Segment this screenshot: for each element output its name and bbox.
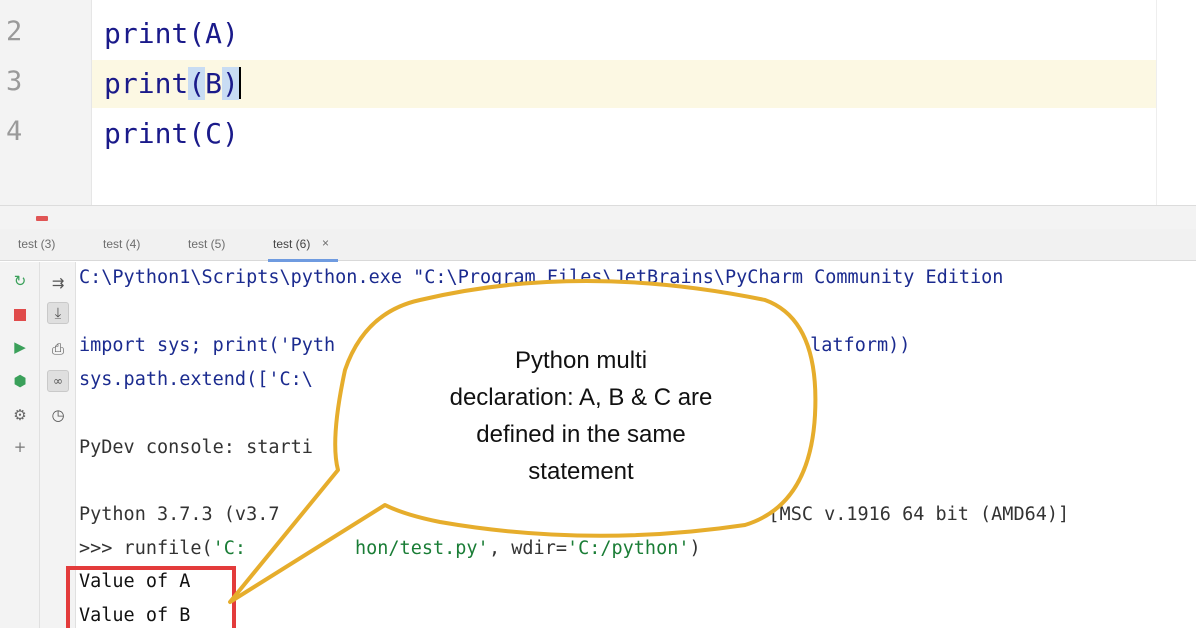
line-number-3: 3 <box>6 66 23 97</box>
console-text: platform)) <box>799 335 911 356</box>
tab-test-3[interactable]: test (3) <box>18 237 55 251</box>
output-highlight-box <box>66 566 236 628</box>
code-token: print <box>104 67 189 100</box>
console-string: 'C: <box>212 538 247 559</box>
run-icon[interactable]: ▶ <box>9 336 31 358</box>
callout-text: Python multi declaration: A, B & C are d… <box>412 342 750 490</box>
console-text: ) <box>689 538 701 559</box>
console-line-syspath: sys.path.extend(['C:\ <box>79 369 313 390</box>
console-text: Python 3.7.3 (v3.7 <box>79 504 280 525</box>
line-number-2: 2 <box>6 16 23 47</box>
console-line-command: C:\Python1\Scripts\python.exe "C:\Progra… <box>79 267 1004 288</box>
callout-line: Python multi <box>514 347 648 374</box>
add-icon[interactable]: + <box>9 436 31 458</box>
console-text: 5) [MSC v.1916 64 bit (AMD64)] <box>735 504 1070 525</box>
console-text: , wdir='C:/python') <box>489 538 701 559</box>
stop-icon <box>14 309 26 321</box>
console-string: 'C:/python' <box>566 538 690 559</box>
panel-splitter[interactable] <box>0 205 1196 229</box>
console-line-python-version: Python 3.7.3 (v3.7 5) [MSC v.1916 64 bit … <box>79 504 1069 525</box>
tab-test-4[interactable]: test (4) <box>103 237 140 251</box>
line-number-4: 4 <box>6 116 23 147</box>
show-variables-icon[interactable]: ∞ <box>47 370 69 392</box>
rerun-icon[interactable]: ↻ <box>9 270 31 292</box>
code-line-2[interactable]: print(A) <box>104 17 239 50</box>
debug-icon[interactable]: ⬢ <box>9 370 31 392</box>
callout-line: statement <box>528 458 634 485</box>
text-caret <box>238 67 241 99</box>
console-run-toolbar: ↻ ▶ ⬢ ⚙ + <box>0 262 40 628</box>
matched-brace-close: ) <box>222 67 239 100</box>
history-icon[interactable]: ◷ <box>47 404 69 426</box>
settings-icon[interactable]: ⚙ <box>9 404 31 426</box>
tab-test-5[interactable]: test (5) <box>188 237 225 251</box>
code-line-4[interactable]: print(C) <box>104 117 239 150</box>
editor-scrollbar[interactable] <box>1156 0 1196 205</box>
error-marker-icon <box>36 216 48 221</box>
console-tab-bar: test (3) test (4) test (5) test (6) × <box>0 229 1196 262</box>
soft-wrap-icon[interactable]: ⇉ <box>47 272 69 294</box>
console-line-pydev: PyDev console: starti <box>79 437 313 458</box>
code-line-3[interactable]: print(B) <box>104 67 241 100</box>
callout-line: defined in the same <box>476 421 686 448</box>
scroll-to-end-icon[interactable]: ⤓ <box>47 302 69 324</box>
callout-line: declaration: A, B & C are <box>449 384 713 411</box>
print-icon[interactable]: ⎙ <box>47 338 69 360</box>
console-prompt: >>> runfile( <box>79 538 213 559</box>
console-line-runfile: >>> runfile('C: hon/test.py', wdir='C:/py… <box>79 538 701 559</box>
console-string: hon/test.py' <box>355 538 489 559</box>
matched-brace-open: ( <box>188 67 206 100</box>
console-text: import sys; print('Pyth <box>79 335 336 356</box>
tab-test-6[interactable]: test (6) <box>273 237 310 251</box>
code-token: B <box>205 67 223 100</box>
stop-button[interactable] <box>9 304 31 326</box>
console-text: , wdir= <box>489 538 567 559</box>
close-tab-icon[interactable]: × <box>322 236 329 250</box>
code-editor[interactable]: 2 3 4 print(A) print(B) print(C) <box>0 0 1196 205</box>
console-line-import: import sys; print('Pyth platform)) <box>79 335 910 356</box>
